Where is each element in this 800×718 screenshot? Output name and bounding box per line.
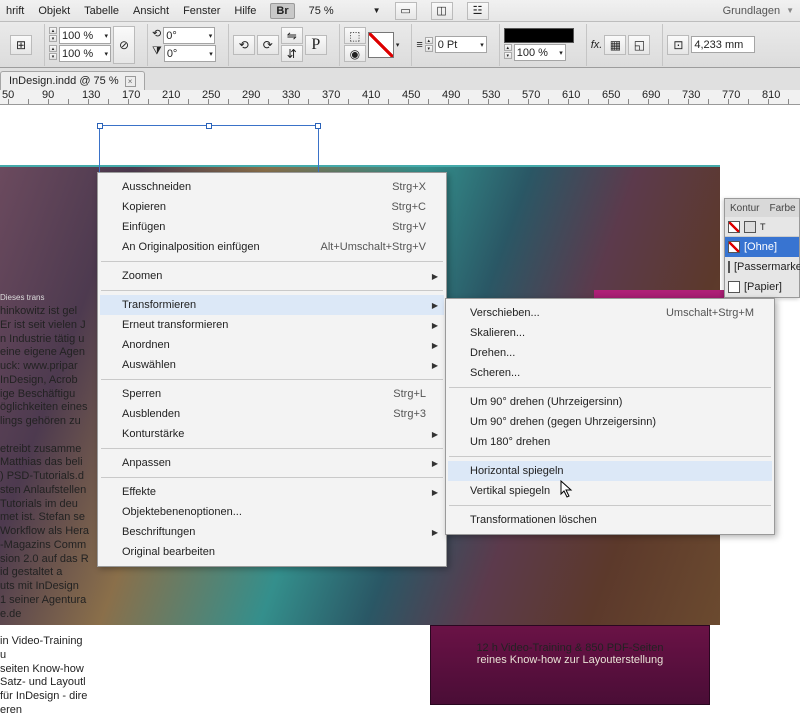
stroke-style-picker[interactable] — [504, 28, 574, 43]
rotate-cw-icon[interactable]: ⟳ — [257, 35, 279, 55]
effects-button[interactable]: fx. — [591, 39, 603, 51]
menu-item[interactable]: Transformationen löschen — [448, 510, 772, 530]
paragraph-icon[interactable]: P — [305, 35, 327, 55]
menu-item[interactable]: Drehen... — [448, 343, 772, 363]
flip-v-icon[interactable]: ⇵ — [281, 45, 303, 62]
promo-card: 12 h Video-Training & 850 PDF-Seiten rei… — [430, 625, 710, 705]
menu-item[interactable]: Erneut transformieren▶ — [100, 315, 444, 335]
rotate-ccw-icon[interactable]: ⟲ — [233, 35, 255, 55]
document-tab[interactable]: InDesign.indd @ 75 % × — [0, 71, 145, 90]
menu-item[interactable]: An Originalposition einfügenAlt+Umschalt… — [100, 237, 444, 257]
menu-item[interactable]: Effekte▶ — [100, 482, 444, 502]
menu-item[interactable]: Scheren... — [448, 363, 772, 383]
screen-mode-icon[interactable]: ▭ — [395, 2, 417, 20]
resize-handle[interactable] — [97, 123, 103, 129]
menu-item[interactable]: Horizontal spiegeln — [448, 461, 772, 481]
menu-item[interactable]: Hilfe — [234, 5, 256, 17]
shear-field[interactable]: 0°▾ — [164, 45, 216, 62]
menu-item[interactable]: Konturstärke▶ — [100, 424, 444, 444]
swatch-row[interactable]: [Papier] — [725, 277, 799, 297]
select-content-icon[interactable]: ◉ — [344, 45, 366, 62]
rotation-field[interactable]: 0°▾ — [163, 27, 215, 44]
panel-tab-kontur[interactable]: Kontur — [725, 203, 764, 214]
fill-proxy-icon[interactable] — [728, 221, 740, 233]
wrap-icon[interactable]: ▦ — [604, 35, 626, 55]
workspace-switcher[interactable]: Grundlagen — [723, 5, 781, 17]
menu-item[interactable]: Vertikal spiegeln — [448, 481, 772, 501]
menu-item[interactable]: AusschneidenStrg+X — [100, 177, 444, 197]
select-container-icon[interactable]: ⬚ — [344, 27, 366, 44]
spinner[interactable]: ▴▾ — [425, 37, 433, 52]
corner-options-icon[interactable]: ◱ — [628, 35, 650, 55]
stroke-scale-field[interactable]: 100 %▾ — [514, 44, 566, 61]
menu-item[interactable]: Um 180° drehen — [448, 432, 772, 452]
close-icon[interactable]: × — [125, 76, 136, 87]
menu-item[interactable]: Anordnen▶ — [100, 335, 444, 355]
menu-bar: hrift Objekt Tabelle Ansicht Fenster Hil… — [0, 0, 800, 22]
menu-item[interactable]: Beschriftungen▶ — [100, 522, 444, 542]
type-proxy-icon[interactable]: T — [760, 222, 766, 232]
swatch-row[interactable]: [Passermarke — [725, 257, 799, 277]
context-menu[interactable]: AusschneidenStrg+XKopierenStrg+CEinfügen… — [97, 172, 447, 567]
menu-item[interactable]: Fenster — [183, 5, 220, 17]
swatch-row[interactable]: [Ohne] — [725, 237, 799, 257]
menu-item[interactable]: Auswählen▶ — [100, 355, 444, 375]
menu-item[interactable]: Skalieren... — [448, 323, 772, 343]
menu-item[interactable]: hrift — [6, 5, 24, 17]
spinner[interactable]: ▴▾ — [504, 44, 512, 59]
resize-handle[interactable] — [315, 123, 321, 129]
menu-item[interactable]: Anpassen▶ — [100, 453, 444, 473]
menu-item[interactable]: Zoomen▶ — [100, 266, 444, 286]
ref-point-icon[interactable]: ⊞ — [10, 35, 32, 55]
rotate-icon: ⟲ — [152, 27, 161, 44]
menu-item[interactable]: Um 90° drehen (Uhrzeigersinn) — [448, 392, 772, 412]
stroke-weight-icon: ≡ — [416, 39, 422, 51]
resize-handle[interactable] — [206, 123, 212, 129]
flip-h-icon[interactable]: ⇋ — [281, 27, 303, 44]
bridge-button[interactable]: Br — [270, 3, 294, 19]
fill-swatch[interactable] — [368, 32, 394, 58]
text-proxy-icon[interactable] — [744, 221, 756, 233]
menu-item[interactable]: SperrenStrg+L — [100, 384, 444, 404]
spinner[interactable]: ▴▾ — [49, 45, 57, 60]
menu-item[interactable]: AusblendenStrg+3 — [100, 404, 444, 424]
body-text-column: hinkowitz ist gelEr ist seit vielen Jn I… — [0, 305, 90, 718]
document-tab-bar: InDesign.indd @ 75 % × — [0, 68, 800, 90]
spinner[interactable]: ▴▾ — [49, 27, 57, 42]
menu-item[interactable]: Original bearbeiten — [100, 542, 444, 562]
menu-item[interactable]: Objektebenenoptionen... — [100, 502, 444, 522]
view-options-icon[interactable]: ☳ — [467, 2, 489, 20]
menu-item[interactable]: Tabelle — [84, 5, 119, 17]
menu-item[interactable]: Ansicht — [133, 5, 169, 17]
menu-item[interactable]: Transformieren▶ — [100, 295, 444, 315]
menu-item[interactable]: Verschieben...Umschalt+Strg+M — [448, 303, 772, 323]
scale-y-field[interactable]: 100 %▾ — [59, 45, 111, 62]
scale-x-field[interactable]: 100 %▾ — [59, 27, 111, 44]
horizontal-ruler: 5090130170210250290330370410450490530570… — [0, 90, 800, 105]
shear-icon: ⧩ — [152, 45, 162, 62]
transform-submenu[interactable]: Verschieben...Umschalt+Strg+MSkalieren..… — [445, 298, 775, 535]
menu-item[interactable]: Um 90° drehen (gegen Uhrzeigersinn) — [448, 412, 772, 432]
small-caption: Dieses trans — [0, 293, 44, 302]
menu-item[interactable]: Objekt — [38, 5, 70, 17]
mm-field[interactable]: 4,233 mm — [691, 36, 755, 53]
panel-tab-farbe[interactable]: Farbe — [764, 203, 800, 214]
stroke-weight-field[interactable]: 0 Pt▾ — [435, 36, 487, 53]
zoom-display[interactable]: 75 % — [309, 5, 359, 17]
link-scale-icon[interactable]: ⊘ — [113, 26, 135, 64]
control-panel: ⊞ ▴▾100 %▾ ▴▾100 %▾ ⊘ ⟲0°▾ ⧩0°▾ ⟲ ⟳ ⇋ ⇵ … — [0, 22, 800, 68]
cursor-pointer-icon — [560, 480, 574, 498]
menu-item[interactable]: EinfügenStrg+V — [100, 217, 444, 237]
arrange-icon[interactable]: ◫ — [431, 2, 453, 20]
menu-item[interactable]: KopierenStrg+C — [100, 197, 444, 217]
swatches-panel[interactable]: Kontur Farbe T [Ohne][Passermarke[Papier… — [724, 198, 800, 298]
frame-fit-icon[interactable]: ⊡ — [667, 35, 689, 55]
